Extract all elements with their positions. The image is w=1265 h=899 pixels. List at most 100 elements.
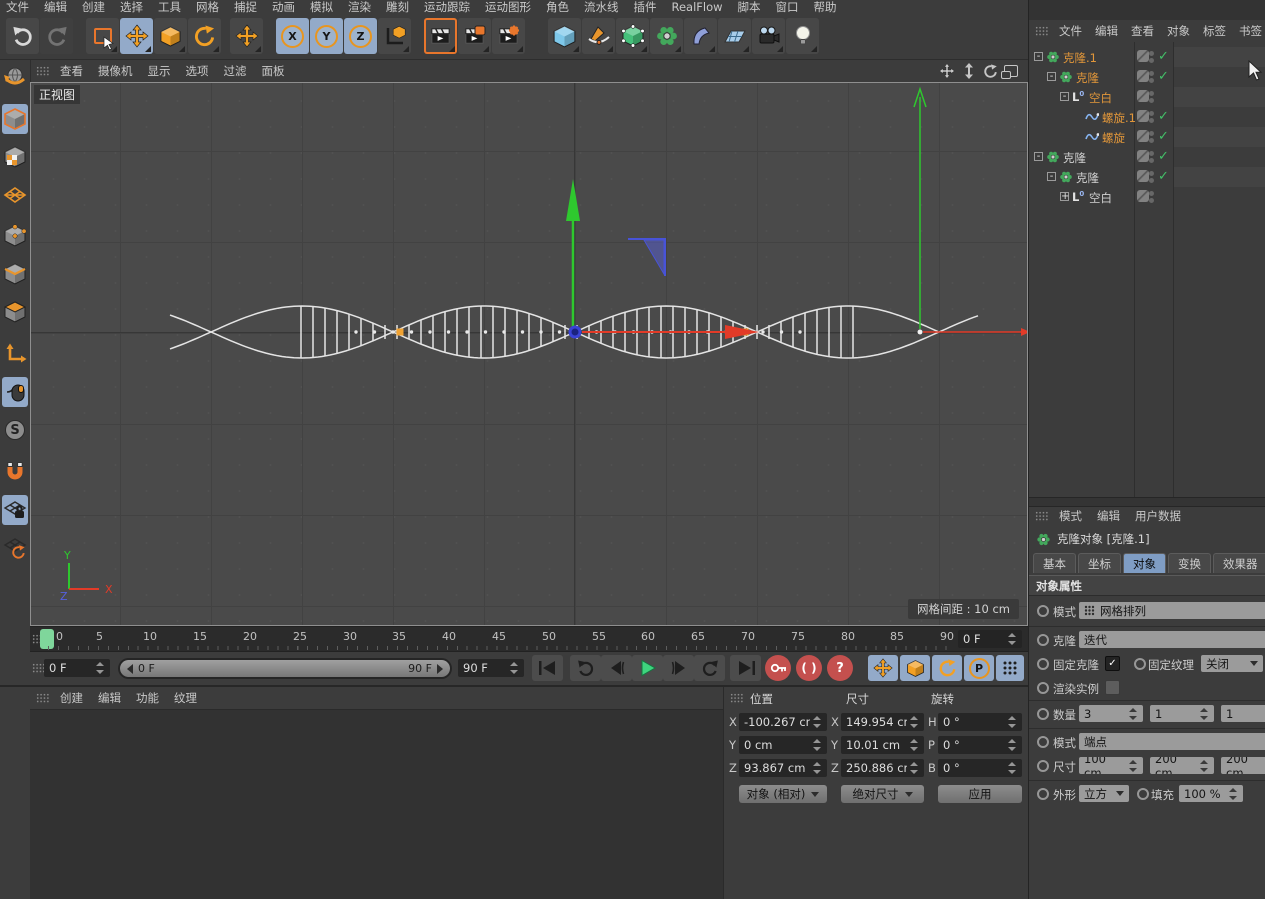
polygons-mode-button[interactable]	[2, 297, 28, 327]
keyframe-circle[interactable]	[1137, 788, 1149, 800]
record-keyframe-button[interactable]	[765, 655, 791, 681]
planar-workplane-button[interactable]	[2, 533, 28, 563]
count-z-field[interactable]: 1	[1221, 705, 1265, 722]
menubar-item[interactable]: 流水线	[584, 0, 619, 13]
undo-button[interactable]	[6, 18, 39, 54]
layer-badge[interactable]	[1137, 110, 1149, 122]
rot-h-field[interactable]: 0 °	[938, 713, 1022, 731]
om-menu-item[interactable]: 编辑	[1095, 23, 1118, 39]
keyframe-selection-button[interactable]: ?	[827, 655, 853, 681]
layer-badge[interactable]	[1137, 150, 1149, 162]
material-menu-item[interactable]: 功能	[136, 690, 159, 706]
om-menu-item[interactable]: 书签	[1239, 23, 1262, 39]
record-rotation-toggle[interactable]	[932, 655, 962, 681]
points-mode-button[interactable]	[2, 221, 28, 251]
layer-badge[interactable]	[1137, 50, 1149, 62]
timeline-range-slider[interactable]: 0 F 90 F	[118, 658, 452, 679]
viewport-menu-item[interactable]: 摄像机	[98, 63, 133, 79]
autokey-button[interactable]: ( )	[796, 655, 822, 681]
snap-settings-button[interactable]: S	[2, 415, 28, 445]
material-menu-item[interactable]: 创建	[60, 690, 83, 706]
record-pla-toggle[interactable]	[996, 655, 1024, 681]
view-maximize-icon[interactable]	[1004, 65, 1018, 77]
subdivision-surface-button[interactable]	[616, 18, 649, 54]
enable-snap-button[interactable]	[2, 457, 28, 487]
object-name[interactable]: 螺旋.1	[1102, 110, 1136, 126]
expand-toggle[interactable]	[1034, 152, 1043, 161]
make-editable-button[interactable]	[2, 62, 28, 92]
enabled-check[interactable]	[1158, 149, 1169, 164]
menubar-item[interactable]: 动画	[272, 0, 295, 13]
camera-button[interactable]	[752, 18, 785, 54]
lock-y-axis-button[interactable]	[310, 18, 343, 54]
visibility-dots[interactable]	[1149, 91, 1154, 96]
size-z-field[interactable]: 200 cm	[1221, 757, 1265, 774]
tree-row[interactable]: 克隆	[1029, 147, 1265, 167]
enabled-check[interactable]	[1158, 169, 1169, 184]
object-name[interactable]: 空白	[1089, 190, 1112, 206]
am-menu-item[interactable]: 模式	[1059, 508, 1082, 524]
edges-mode-button[interactable]	[2, 259, 28, 289]
enable-axis-button[interactable]	[2, 339, 28, 369]
menubar-item[interactable]: 运动跟踪	[424, 0, 470, 13]
object-name[interactable]: 克隆.1	[1063, 50, 1097, 66]
tree-row[interactable]: 克隆.1	[1029, 47, 1265, 67]
goto-end-button[interactable]	[730, 655, 761, 681]
layer-badge[interactable]	[1137, 70, 1149, 82]
redo-button[interactable]	[40, 18, 73, 54]
size-x-field[interactable]: 149.954 cm	[841, 713, 924, 731]
current-frame-field[interactable]: 0 F	[44, 659, 110, 677]
coordinate-system-button[interactable]	[378, 18, 411, 54]
object-name[interactable]: 螺旋	[1102, 130, 1125, 146]
tab-effectors[interactable]: 效果器	[1213, 553, 1265, 573]
keyframe-circle[interactable]	[1037, 658, 1049, 670]
scale-tool-button[interactable]	[154, 18, 187, 54]
layer-badge[interactable]	[1137, 90, 1149, 102]
om-menu-item[interactable]: 文件	[1059, 23, 1082, 39]
tree-row[interactable]: 螺旋	[1029, 127, 1265, 147]
viewport-menu-item[interactable]: 显示	[148, 63, 171, 79]
render-settings-button[interactable]	[492, 18, 525, 54]
form-dropdown[interactable]: 立方	[1079, 785, 1129, 802]
enabled-check[interactable]	[1158, 49, 1169, 64]
menubar-item[interactable]: 网格	[196, 0, 219, 13]
menubar-item[interactable]: 窗口	[776, 0, 799, 13]
om-menu-item[interactable]: 标签	[1203, 23, 1226, 39]
tab-object[interactable]: 对象	[1123, 553, 1166, 573]
lock-workplane-button[interactable]	[2, 495, 28, 525]
lock-x-axis-button[interactable]	[276, 18, 309, 54]
ruler-frame-field[interactable]: 0 F	[958, 630, 1022, 648]
viewport-menu-item[interactable]: 过滤	[224, 63, 247, 79]
object-name[interactable]: 克隆	[1076, 170, 1099, 186]
move-tool-button[interactable]	[120, 18, 153, 54]
visibility-dots[interactable]	[1149, 171, 1154, 176]
material-menu-item[interactable]: 纹理	[174, 690, 197, 706]
coordinate-mode-dropdown[interactable]: 对象 (相对)	[739, 785, 827, 803]
tab-basic[interactable]: 基本	[1033, 553, 1076, 573]
menubar-item[interactable]: 编辑	[44, 0, 67, 13]
keyframe-circle[interactable]	[1037, 634, 1049, 646]
range-end-arrow[interactable]	[437, 664, 443, 674]
size-x-field[interactable]: 100 cm	[1079, 757, 1143, 774]
am-menu-item[interactable]: 编辑	[1097, 508, 1120, 524]
previous-key-button[interactable]	[570, 655, 601, 681]
record-scale-toggle[interactable]	[900, 655, 930, 681]
visibility-dots[interactable]	[1149, 151, 1154, 156]
menubar-item[interactable]: 模拟	[310, 0, 333, 13]
menubar-item[interactable]: 雕刻	[386, 0, 409, 13]
menubar-item[interactable]: 运动图形	[485, 0, 531, 13]
menubar-item[interactable]: 文件	[6, 0, 29, 13]
visibility-dots[interactable]	[1149, 71, 1154, 76]
next-key-button[interactable]	[694, 655, 725, 681]
view-rotate-icon[interactable]	[983, 64, 998, 79]
fix-clone-checkbox[interactable]: ✓	[1105, 656, 1120, 671]
tree-row[interactable]: 空白	[1029, 87, 1265, 107]
rot-b-field[interactable]: 0 °	[938, 759, 1022, 777]
enabled-check[interactable]	[1158, 69, 1169, 84]
am-menu-item[interactable]: 用户数据	[1135, 508, 1181, 524]
menubar-item[interactable]: 渲染	[348, 0, 371, 13]
menubar-item[interactable]: 脚本	[738, 0, 761, 13]
end-frame-field[interactable]: 90 F	[458, 659, 524, 677]
fix-texture-dropdown[interactable]: 关闭	[1201, 655, 1263, 672]
tree-row[interactable]: 螺旋.1	[1029, 107, 1265, 127]
